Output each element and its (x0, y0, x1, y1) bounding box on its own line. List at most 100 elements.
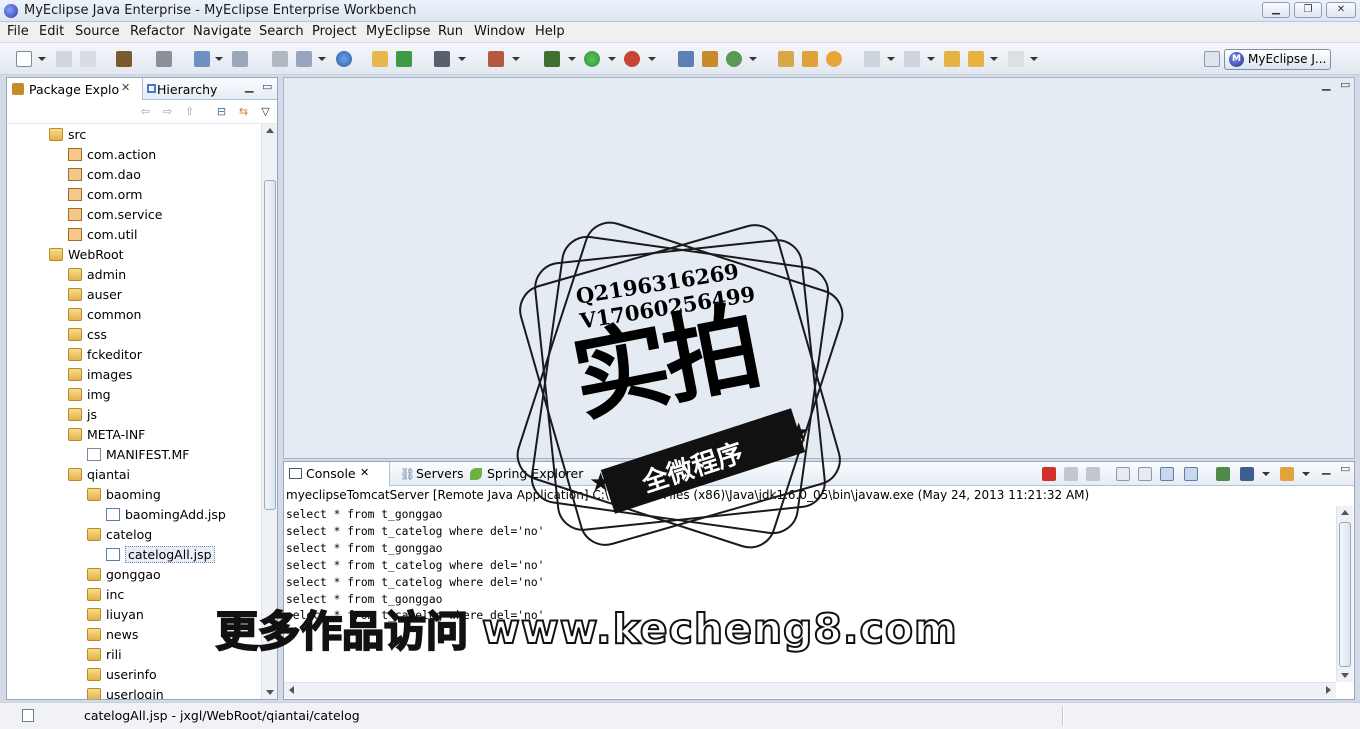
open-perspective-icon[interactable] (1204, 51, 1220, 67)
browser-icon[interactable] (336, 51, 352, 67)
collapse-all-icon[interactable]: ⊟ (215, 106, 228, 118)
debug-icon[interactable] (544, 51, 560, 67)
server-icon[interactable] (156, 51, 172, 67)
tab-package-explorer-label: Package Explo (29, 82, 120, 97)
tree-item-label: MANIFEST.MF (106, 447, 190, 462)
add-icon[interactable] (396, 51, 412, 67)
open-resource-icon[interactable] (296, 51, 312, 67)
tree-item-label: news (106, 627, 139, 642)
explorer-scroll-thumb[interactable] (264, 180, 276, 510)
print-icon[interactable] (80, 51, 96, 67)
scroll-lock-icon[interactable] (1138, 467, 1152, 481)
menu-file[interactable]: File (7, 24, 29, 39)
open-folder-icon[interactable] (372, 51, 388, 67)
display-console-icon[interactable] (1240, 467, 1254, 481)
tab-servers[interactable]: Servers (416, 466, 464, 481)
console-output[interactable]: select * from t_gonggaoselect * from t_c… (286, 507, 1336, 687)
remove-launch-icon[interactable] (1064, 467, 1078, 481)
menu-myeclipse[interactable]: MyEclipse (366, 24, 431, 39)
restore-button[interactable]: ❐ (1294, 2, 1322, 18)
show-on-output-icon[interactable] (1160, 467, 1174, 481)
task-icon[interactable] (826, 51, 842, 67)
new-class-icon[interactable] (678, 51, 694, 67)
back-arrow-icon[interactable]: ⇦ (139, 106, 152, 118)
explorer-scrollbar[interactable] (261, 124, 277, 699)
console-tab-bar: Console ✕ ⛓ Servers Spring Explorer ▁ ▭ (284, 462, 1354, 486)
perspective-button[interactable]: M MyEclipse J... (1224, 49, 1331, 70)
pin-console-icon[interactable] (1216, 467, 1230, 481)
tab-hierarchy[interactable]: Hierarchy (157, 82, 217, 97)
console-hscrollbar[interactable] (284, 682, 1336, 698)
close-tab-icon[interactable]: ✕ (121, 81, 130, 94)
tree-item-label: userinfo (106, 667, 157, 682)
menu-edit[interactable]: Edit (39, 24, 64, 39)
tab-console[interactable]: Console ✕ (284, 462, 390, 486)
menu-refactor[interactable]: Refactor (130, 24, 185, 39)
new-icon[interactable] (16, 51, 32, 67)
next-annotation-icon[interactable] (864, 51, 880, 67)
search-icon[interactable] (232, 51, 248, 67)
console-line: select * from t_catelog where del='no' (286, 524, 545, 538)
menu-run[interactable]: Run (438, 24, 463, 39)
folder-icon (87, 608, 101, 621)
remove-all-icon[interactable] (1086, 467, 1100, 481)
folder-icon (87, 588, 101, 601)
new-package-icon[interactable] (702, 51, 718, 67)
last-edit-icon[interactable] (944, 51, 960, 67)
minimize-button[interactable]: ▁ (1262, 2, 1290, 18)
external-tools-icon[interactable] (624, 51, 640, 67)
tools-icon[interactable] (488, 51, 504, 67)
new-wizard-icon[interactable] (194, 51, 210, 67)
open-project-icon[interactable] (778, 51, 794, 67)
clear-console-icon[interactable] (1116, 467, 1130, 481)
console-line: select * from t_gonggao (286, 508, 443, 521)
screen-icon[interactable] (434, 51, 450, 67)
prev-annotation-icon[interactable] (904, 51, 920, 67)
console-view: Console ✕ ⛓ Servers Spring Explorer ▁ ▭ … (283, 461, 1355, 700)
maximize-view-icon[interactable]: ▭ (262, 80, 272, 93)
console-minimize-icon[interactable]: ▁ (1322, 462, 1330, 475)
refresh-icon[interactable] (726, 51, 742, 67)
link-with-editor-icon[interactable]: ⇆ (237, 106, 250, 118)
terminate-icon[interactable] (1042, 467, 1056, 481)
editor-maximize-icon[interactable]: ▭ (1340, 78, 1350, 91)
tree-item-label: com.action (87, 147, 157, 162)
tree-item-label: com.util (87, 227, 138, 242)
console-line: select * from t_catelog where del='no' (286, 575, 545, 589)
back-icon[interactable] (968, 51, 984, 67)
menu-help[interactable]: Help (535, 24, 565, 39)
pencil-icon[interactable] (802, 51, 818, 67)
deploy-icon[interactable] (116, 51, 132, 67)
save-icon[interactable] (56, 51, 72, 67)
up-icon[interactable]: ⇧ (183, 106, 196, 118)
package-explorer-view: Package Explo ✕ Hierarchy ▁ ▭ ⇦ ⇨ ⇧ ⊟ ⇆ … (6, 77, 278, 700)
forward-arrow-icon[interactable]: ⇨ (161, 106, 174, 118)
package-icon (68, 168, 82, 181)
close-button[interactable]: ✕ (1326, 2, 1356, 18)
new-fastview-icon[interactable] (22, 709, 34, 722)
console-maximize-icon[interactable]: ▭ (1340, 462, 1350, 475)
minimize-view-icon[interactable]: ▁ (245, 80, 253, 93)
open-type-icon[interactable] (272, 51, 288, 67)
spring-leaf-icon (470, 468, 482, 480)
folder-icon (68, 428, 82, 441)
menu-search[interactable]: Search (259, 24, 304, 39)
menu-source[interactable]: Source (75, 24, 120, 39)
status-bar: catelogAll.jsp - jxgl/WebRoot/qiantai/ca… (0, 702, 1360, 729)
package-icon (68, 148, 82, 161)
close-console-icon[interactable]: ✕ (360, 466, 369, 479)
menu-window[interactable]: Window (474, 24, 525, 39)
tab-package-explorer[interactable]: Package Explo ✕ (7, 78, 143, 100)
menu-project[interactable]: Project (312, 24, 356, 39)
show-on-error-icon[interactable] (1184, 467, 1198, 481)
view-menu-icon[interactable]: ▽ (259, 106, 272, 118)
console-process-info: myeclipseTomcatServer [Remote Java Appli… (286, 488, 1090, 502)
open-console-icon[interactable] (1280, 467, 1294, 481)
forward-icon[interactable] (1008, 51, 1024, 67)
console-scrollbar[interactable] (1336, 506, 1353, 682)
menu-navigate[interactable]: Navigate (193, 24, 251, 39)
tab-spring-explorer[interactable]: Spring Explorer (487, 466, 583, 481)
run-icon[interactable] (584, 51, 600, 67)
editor-minimize-icon[interactable]: ▁ (1322, 78, 1330, 91)
console-scroll-thumb[interactable] (1339, 522, 1351, 667)
